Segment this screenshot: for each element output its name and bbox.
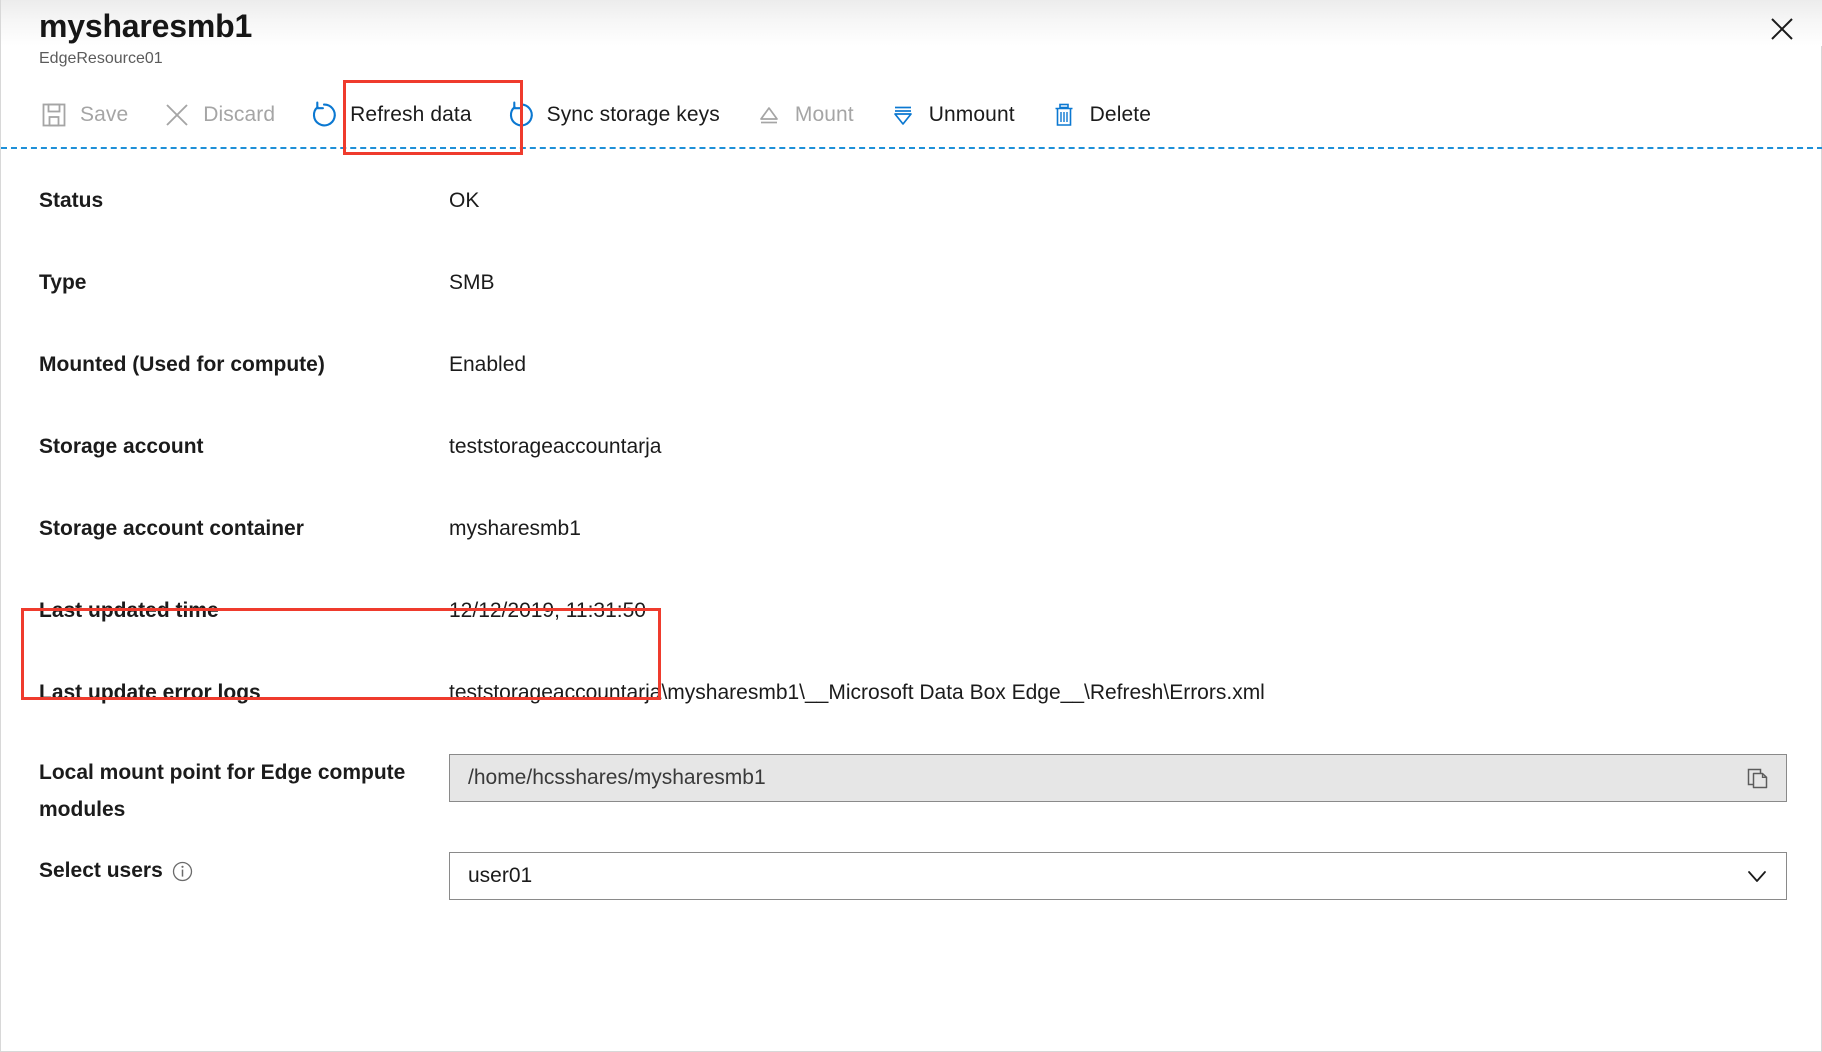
- blade-subtitle: EdgeResource01: [39, 48, 252, 70]
- unmount-button-label: Unmount: [929, 103, 1015, 127]
- copy-button[interactable]: [1742, 762, 1774, 794]
- select-users-label: Select users: [39, 856, 163, 886]
- sync-icon: [506, 100, 536, 130]
- local-mount-point-value: /home/hcsshares/mysharesmb1: [468, 766, 1742, 790]
- save-button-label: Save: [80, 103, 128, 127]
- local-mount-point-field: /home/hcsshares/mysharesmb1: [449, 754, 1787, 802]
- property-value: OK: [449, 170, 479, 216]
- toolbar-divider: [1, 147, 1822, 149]
- save-icon: [39, 100, 69, 130]
- command-bar: Save Discard Refresh data: [1, 88, 1822, 142]
- page-title: mysharesmb1: [39, 6, 252, 46]
- property-label: Last update error logs: [39, 662, 449, 708]
- property-value: teststorageaccountarja\mysharesmb1\__Mic…: [449, 662, 1265, 708]
- mount-button-label: Mount: [795, 103, 854, 127]
- select-users-row: Select users user01: [1, 838, 1822, 928]
- property-value: mysharesmb1: [449, 498, 581, 544]
- sync-storage-keys-button-label: Sync storage keys: [547, 103, 720, 127]
- unmount-eject-icon: [888, 100, 918, 130]
- property-label: Storage account container: [39, 498, 449, 544]
- select-users-value: user01: [468, 864, 1742, 888]
- discard-icon: [162, 100, 192, 130]
- mount-eject-icon: [754, 100, 784, 130]
- info-icon[interactable]: [172, 861, 193, 882]
- property-row-status: Status OK: [1, 170, 1822, 252]
- trash-icon: [1049, 100, 1079, 130]
- copy-icon: [1746, 766, 1770, 790]
- property-row-mounted: Mounted (Used for compute) Enabled: [1, 334, 1822, 416]
- properties-list: Status OK Type SMB Mounted (Used for com…: [1, 170, 1822, 928]
- property-value: teststorageaccountarja: [449, 416, 661, 462]
- property-label: Storage account: [39, 416, 449, 462]
- sync-storage-keys-button[interactable]: Sync storage keys: [506, 90, 720, 140]
- mount-button[interactable]: Mount: [754, 90, 854, 140]
- property-row-last-update-error-logs: Last update error logs teststorageaccoun…: [1, 662, 1822, 742]
- property-label: Mounted (Used for compute): [39, 334, 449, 380]
- property-label: Last updated time: [39, 580, 449, 626]
- unmount-button[interactable]: Unmount: [888, 90, 1015, 140]
- close-icon: [1768, 15, 1796, 43]
- property-value: Enabled: [449, 334, 526, 380]
- property-label: Status: [39, 170, 449, 216]
- discard-button-label: Discard: [203, 103, 275, 127]
- select-users-label-group: Select users: [39, 838, 449, 886]
- refresh-icon: [309, 100, 339, 130]
- select-users-dropdown[interactable]: user01: [449, 852, 1787, 900]
- close-button[interactable]: [1761, 8, 1803, 50]
- delete-button[interactable]: Delete: [1049, 90, 1151, 140]
- discard-button[interactable]: Discard: [162, 90, 275, 140]
- local-mount-point-row: Local mount point for Edge compute modul…: [1, 742, 1822, 838]
- property-value: 12/12/2019, 11:31:50: [449, 580, 646, 626]
- save-button[interactable]: Save: [39, 90, 128, 140]
- chevron-down-icon: [1742, 861, 1772, 891]
- property-row-type: Type SMB: [1, 252, 1822, 334]
- property-row-storage-account-container: Storage account container mysharesmb1: [1, 498, 1822, 580]
- property-label: Type: [39, 252, 449, 298]
- property-row-storage-account: Storage account teststorageaccountarja: [1, 416, 1822, 498]
- local-mount-point-label: Local mount point for Edge compute modul…: [39, 742, 449, 828]
- header-gradient: [1, 0, 1822, 46]
- blade-panel: mysharesmb1 EdgeResource01 Save: [0, 0, 1822, 1052]
- property-value: SMB: [449, 252, 495, 298]
- property-row-last-updated-time: Last updated time 12/12/2019, 11:31:50: [1, 580, 1822, 662]
- refresh-data-button[interactable]: Refresh data: [309, 90, 471, 140]
- refresh-data-button-label: Refresh data: [350, 103, 471, 127]
- delete-button-label: Delete: [1090, 103, 1151, 127]
- blade-header: mysharesmb1 EdgeResource01: [39, 6, 252, 70]
